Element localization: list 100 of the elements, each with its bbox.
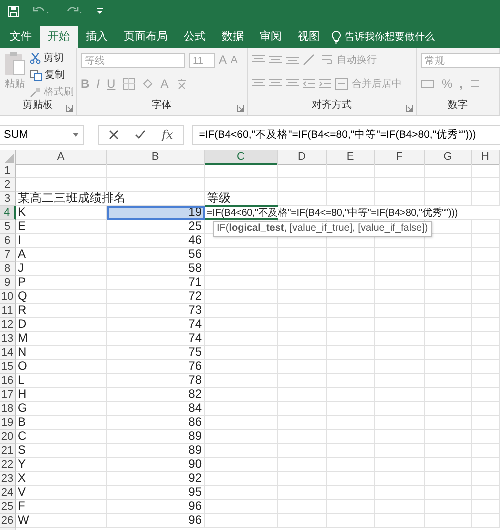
function-tooltip: IF(logical_test, [value_if_true], [value_if_false]) <box>213 221 432 237</box>
column-header[interactable]: D <box>278 150 327 165</box>
ribbon-tab[interactable]: 开始 <box>40 26 78 48</box>
row-header[interactable]: 10 <box>0 290 16 304</box>
row-header[interactable]: 4 <box>0 206 16 220</box>
table-cell <box>327 472 375 486</box>
table-cell <box>425 458 472 472</box>
table-cell <box>472 500 500 514</box>
column-header[interactable]: A <box>16 150 107 165</box>
table-cell <box>375 290 425 304</box>
table-cell <box>425 500 472 514</box>
table-cell <box>278 486 327 500</box>
table-cell <box>327 164 375 178</box>
table-cell <box>278 458 327 472</box>
insert-function-button[interactable]: fx <box>162 128 174 142</box>
formula-field[interactable]: =IF(B4<60,"不及格"=IF(B4<=80,"中等"=IF(B4>80,"优秀“"))) <box>192 125 500 145</box>
row-header[interactable]: 19 <box>0 416 16 430</box>
table-cell <box>472 514 500 528</box>
table-cell <box>425 164 472 178</box>
table-cell: 96 <box>107 500 205 514</box>
row-header[interactable]: 18 <box>0 402 16 416</box>
ribbon-tab[interactable]: 数据 <box>214 26 252 48</box>
column-header[interactable]: H <box>472 150 500 165</box>
row-header[interactable]: 9 <box>0 276 16 290</box>
clipboard-icon[interactable] <box>4 51 26 77</box>
row-header[interactable]: 26 <box>0 514 16 528</box>
table-cell: G <box>16 402 107 416</box>
group-label: 数字 <box>447 99 469 113</box>
row-header[interactable]: 22 <box>0 458 16 472</box>
table-cell: L <box>16 374 107 388</box>
table-cell <box>425 346 472 360</box>
ribbon-tab[interactable]: 审阅 <box>252 26 290 48</box>
row-header[interactable]: 1 <box>0 164 16 178</box>
table-cell <box>327 290 375 304</box>
table-cell <box>425 290 472 304</box>
row-header[interactable]: 11 <box>0 304 16 318</box>
row-header[interactable]: 2 <box>0 178 16 192</box>
table-cell: B <box>16 416 107 430</box>
group-label: 剪贴板 <box>22 99 54 113</box>
row-header[interactable]: 20 <box>0 430 16 444</box>
row-header[interactable]: 12 <box>0 318 16 332</box>
name-box[interactable]: SUM <box>0 125 84 145</box>
dialog-launcher-icon[interactable] <box>406 105 413 112</box>
table-cell <box>327 514 375 528</box>
column-header[interactable]: E <box>327 150 375 165</box>
copy-icon <box>30 70 42 80</box>
row-header[interactable]: 17 <box>0 388 16 402</box>
save-icon[interactable] <box>8 6 19 16</box>
table-cell <box>425 276 472 290</box>
row-header[interactable]: 8 <box>0 262 16 276</box>
table-cell <box>278 430 327 444</box>
table-cell <box>425 332 472 346</box>
ribbon-tab[interactable]: 页面布局 <box>116 26 176 48</box>
column-header[interactable]: B <box>107 150 205 165</box>
table-cell <box>472 248 500 262</box>
redo-icon[interactable] <box>65 6 83 16</box>
row-header[interactable]: 5 <box>0 220 16 234</box>
row-header[interactable]: 24 <box>0 486 16 500</box>
table-cell: F <box>16 500 107 514</box>
ribbon-tab[interactable]: 插入 <box>78 26 116 48</box>
row-header[interactable]: 13 <box>0 332 16 346</box>
table-cell <box>375 234 425 248</box>
row-header[interactable]: 16 <box>0 374 16 388</box>
cancel-icon[interactable] <box>109 130 119 140</box>
table-cell <box>278 402 327 416</box>
table-cell <box>375 388 425 402</box>
table-cell <box>278 318 327 332</box>
table-cell <box>472 416 500 430</box>
table-cell: 46 <box>107 234 205 248</box>
table-cell: 56 <box>107 248 205 262</box>
table-cell <box>375 458 425 472</box>
row-header[interactable]: 23 <box>0 472 16 486</box>
row-header[interactable]: 7 <box>0 248 16 262</box>
table-cell: 74 <box>107 332 205 346</box>
tell-me-field[interactable]: 告诉我你想要做什么 <box>345 30 435 44</box>
table-cell <box>327 346 375 360</box>
dialog-launcher-icon[interactable] <box>66 105 73 112</box>
undo-icon[interactable] <box>33 6 51 16</box>
table-cell <box>472 346 500 360</box>
ribbon-tab[interactable]: 公式 <box>176 26 214 48</box>
row-header[interactable]: 6 <box>0 234 16 248</box>
column-header[interactable]: G <box>425 150 472 165</box>
column-header[interactable]: C <box>205 150 278 165</box>
table-cell <box>278 276 327 290</box>
table-cell <box>278 304 327 318</box>
customize-toolbar-icon[interactable] <box>97 8 103 14</box>
paintbrush-icon <box>30 86 41 98</box>
table-cell <box>327 318 375 332</box>
table-cell <box>327 458 375 472</box>
row-header[interactable]: 3 <box>0 192 16 206</box>
row-header[interactable]: 25 <box>0 500 16 514</box>
table-cell: 25 <box>107 220 205 234</box>
row-header[interactable]: 21 <box>0 444 16 458</box>
checkmark-icon[interactable] <box>135 130 146 140</box>
row-header[interactable]: 14 <box>0 346 16 360</box>
row-header[interactable]: 15 <box>0 360 16 374</box>
ribbon-tab[interactable]: 文件 <box>2 26 40 48</box>
dialog-launcher-icon[interactable] <box>237 105 244 112</box>
column-header[interactable]: F <box>375 150 425 165</box>
ribbon-tab[interactable]: 视图 <box>290 26 328 48</box>
